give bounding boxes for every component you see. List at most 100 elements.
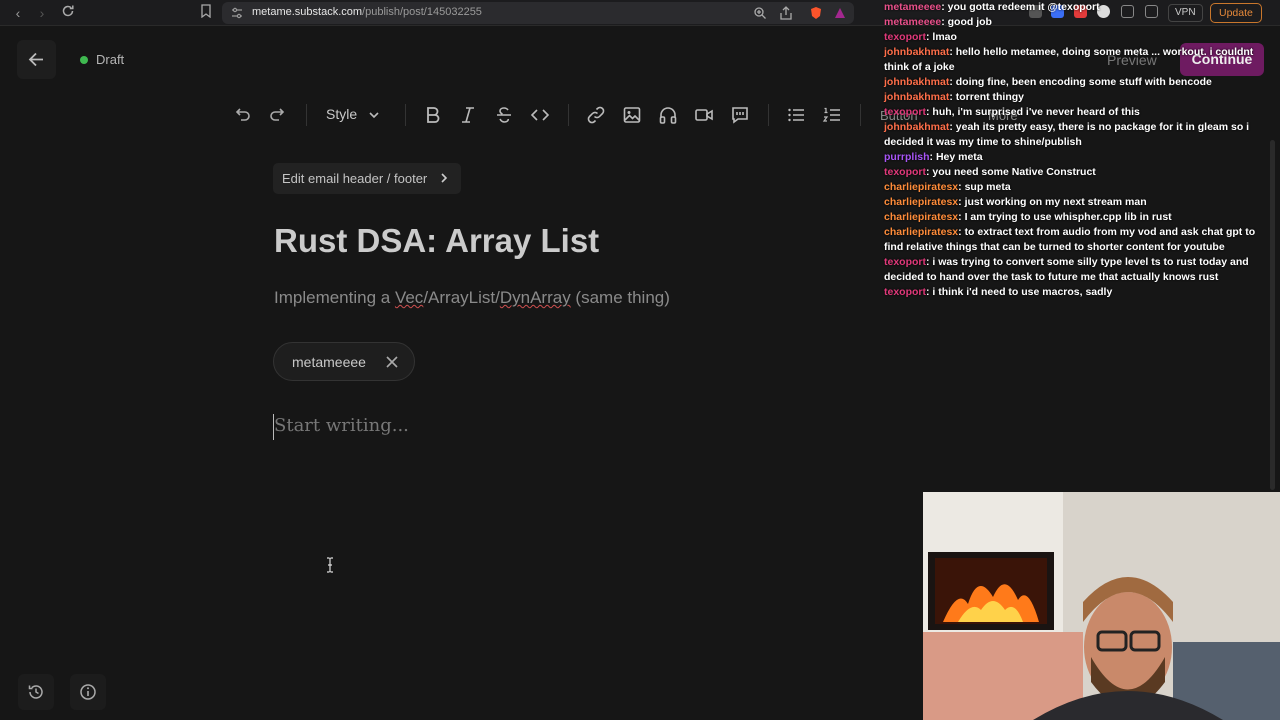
chat-username[interactable]: texoport (884, 166, 926, 178)
chat-message: johnbakhmat: yeah its pretty easy, there… (884, 121, 1250, 148)
chat-username[interactable]: texoport (884, 256, 926, 268)
chat-username[interactable]: johnbakhmat (884, 46, 949, 58)
post-subtitle[interactable]: Implementing a Vec/ArrayList/DynArray (s… (274, 288, 670, 308)
back-button[interactable] (17, 40, 56, 79)
chat-username[interactable]: johnbakhmat (884, 121, 949, 133)
toolbar-divider (306, 104, 307, 126)
version-history-button[interactable] (18, 674, 54, 710)
chat-username[interactable]: charliepiratesx (884, 211, 958, 223)
chat-text: huh, i'm surprised i've never heard of t… (932, 106, 1140, 118)
chat-text: torrent thingy (955, 91, 1025, 103)
remove-author-close-icon[interactable] (384, 354, 400, 370)
redo-icon[interactable] (268, 105, 288, 125)
chat-text: sup meta (964, 181, 1011, 193)
brave-rewards-icon[interactable] (833, 6, 847, 20)
chat-message: johnbakhmat: doing fine, been encoding s… (884, 76, 1212, 88)
chat-message: texoport: lmao (884, 31, 957, 43)
site-settings-icon[interactable] (230, 6, 244, 20)
chat-message: charliepiratesx: to extract text from au… (884, 226, 1256, 253)
style-dropdown-label: Style (326, 106, 358, 122)
chat-text: i was trying to convert some silly type … (884, 256, 1249, 283)
zoom-icon[interactable] (753, 6, 767, 20)
chevron-right-icon (441, 173, 448, 183)
chat-username[interactable]: texoport (884, 106, 926, 118)
scrollbar[interactable] (1270, 140, 1275, 490)
chat-text: doing fine, been encoding some stuff wit… (955, 76, 1212, 88)
chat-username[interactable]: metameeee (884, 16, 941, 28)
edit-email-header-footer-button[interactable]: Edit email header / footer (273, 163, 462, 194)
webcam-image (923, 492, 1280, 720)
chat-message: texoport: i was trying to convert some s… (884, 256, 1249, 283)
arrow-left-icon (28, 52, 43, 67)
image-icon[interactable] (622, 105, 642, 125)
bullet-list-icon[interactable] (786, 105, 806, 125)
draft-status-label: Draft (96, 52, 125, 67)
subtitle-text: DynArray (499, 288, 571, 307)
strikethrough-icon[interactable] (494, 105, 514, 125)
webcam-feed (923, 492, 1280, 720)
share-icon[interactable] (779, 6, 793, 20)
chat-username[interactable]: texoport (884, 31, 926, 43)
url-text: metame.substack.com/publish/post/1450322… (252, 6, 482, 18)
bookmark-icon[interactable] (197, 4, 215, 22)
chat-message: purrplish: Hey meta (884, 151, 983, 163)
brave-shield-icon[interactable] (809, 6, 823, 20)
chat-username[interactable]: purrplish (884, 151, 930, 163)
chat-message: charliepiratesx: I am trying to use whis… (884, 211, 1172, 223)
chat-username[interactable]: texoport (884, 286, 926, 298)
author-chip[interactable]: metameeee (273, 342, 415, 381)
chat-message: texoport: huh, i'm surprised i've never … (884, 106, 1140, 118)
chat-text: i think i'd need to use macros, sadly (932, 286, 1113, 298)
numbered-list-icon[interactable] (822, 105, 842, 125)
bold-icon[interactable] (423, 105, 443, 125)
address-bar[interactable]: metame.substack.com/publish/post/1450322… (222, 2, 854, 24)
forward-nav-icon[interactable]: › (33, 4, 51, 22)
undo-icon[interactable] (232, 105, 252, 125)
draft-status-dot (80, 56, 88, 64)
chat-text: you need some Native Construct (932, 166, 1096, 178)
chat-message: johnbakhmat: hello hello metamee, doing … (884, 46, 1254, 73)
chat-message: charliepiratesx: sup meta (884, 181, 1011, 193)
subtitle-text: (same thing) (570, 288, 670, 307)
chat-text: you gotta redeem it @texoport (947, 1, 1100, 13)
subtitle-text: Implementing a (274, 288, 395, 307)
chat-text: just working on my next stream man (964, 196, 1147, 208)
chat-username[interactable]: johnbakhmat (884, 91, 949, 103)
chat-username[interactable]: metameeee (884, 1, 941, 13)
chat-text: good job (947, 16, 992, 28)
edit-email-header-footer-label: Edit email header / footer (282, 171, 428, 186)
code-icon[interactable] (530, 105, 550, 125)
reload-icon[interactable] (59, 4, 77, 22)
chat-message: texoport: i think i'd need to use macros… (884, 286, 1113, 298)
author-name: metameeee (292, 354, 366, 370)
back-nav-icon[interactable]: ‹ (9, 4, 27, 22)
toolbar-divider (860, 104, 861, 126)
chat-message: texoport: you need some Native Construct (884, 166, 1096, 178)
chat-message: metameeee: you gotta redeem it @texoport (884, 1, 1100, 13)
info-icon (80, 684, 96, 700)
chat-message: charliepiratesx: just working on my next… (884, 196, 1147, 208)
quote-comment-icon[interactable] (730, 105, 750, 125)
chat-message: johnbakhmat: torrent thingy (884, 91, 1025, 103)
audio-headphones-icon[interactable] (658, 105, 678, 125)
stream-chat-overlay: metameeee: you gotta redeem it @texoport… (884, 0, 1268, 300)
text-cursor-icon (327, 557, 333, 573)
subtitle-text: /ArrayList/ (423, 288, 500, 307)
chat-username[interactable]: charliepiratesx (884, 181, 958, 193)
style-dropdown[interactable]: Style (326, 106, 379, 122)
chevron-down-icon (369, 112, 379, 119)
chat-text: lmao (932, 31, 957, 43)
chat-username[interactable]: johnbakhmat (884, 76, 949, 88)
post-title[interactable]: Rust DSA: Array List (274, 222, 599, 260)
video-icon[interactable] (694, 105, 714, 125)
toolbar-divider (405, 104, 406, 126)
history-icon (28, 685, 43, 699)
chat-text: Hey meta (935, 151, 983, 163)
chat-username[interactable]: charliepiratesx (884, 226, 958, 238)
chat-username[interactable]: charliepiratesx (884, 196, 958, 208)
subtitle-text: Vec (394, 288, 424, 307)
link-icon[interactable] (586, 105, 606, 125)
italic-icon[interactable] (458, 105, 478, 125)
post-body-editor[interactable]: Start writing... (274, 415, 409, 436)
post-info-button[interactable] (70, 674, 106, 710)
